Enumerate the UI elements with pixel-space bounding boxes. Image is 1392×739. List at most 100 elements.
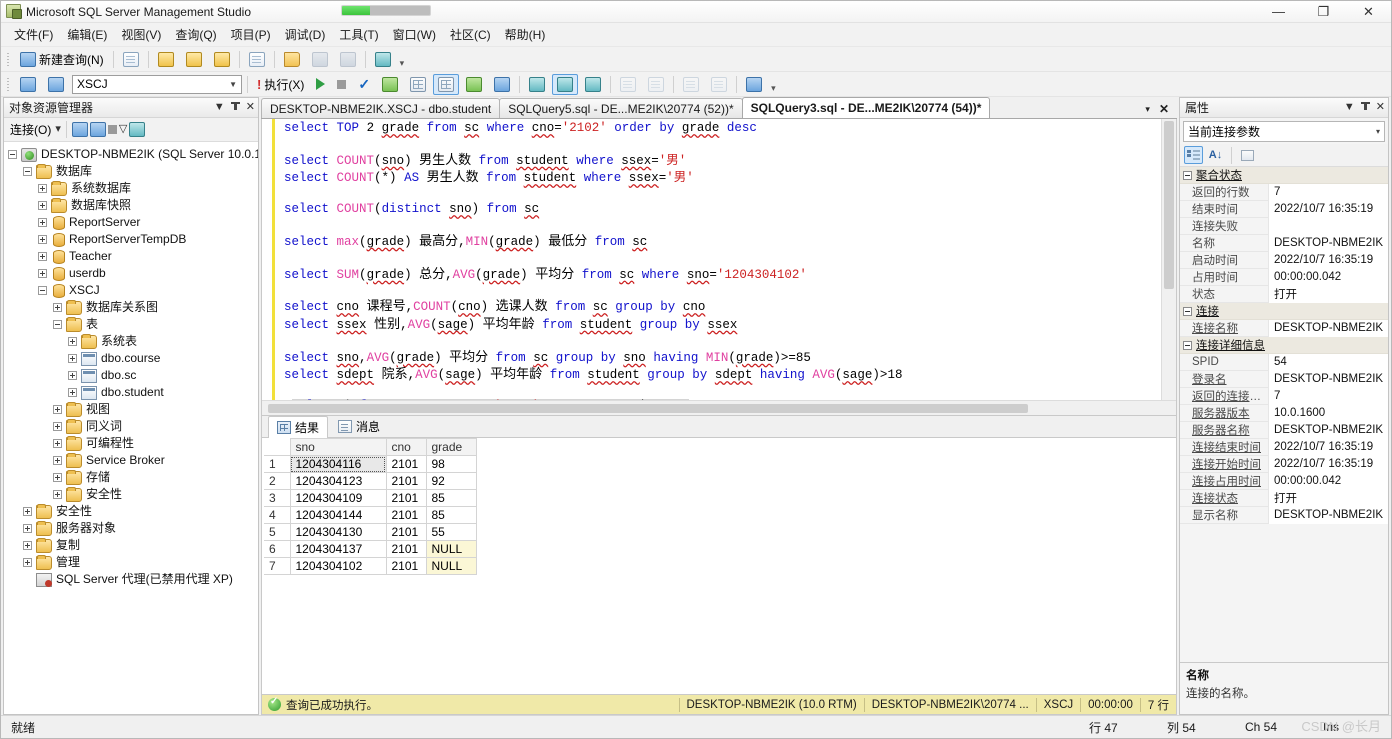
property-row[interactable]: 结束时间 2022/10/7 16:35:19 [1180, 200, 1388, 218]
table-row[interactable]: 4 1204304144 2101 85 [264, 506, 477, 524]
editor-vertical-scrollbar[interactable] [1161, 119, 1176, 400]
property-row[interactable]: SPID 54 [1180, 353, 1388, 371]
maximize-button[interactable]: ❐ [1301, 1, 1346, 23]
tree-node[interactable]: 管理 [8, 554, 258, 571]
mdx-query-button[interactable] [209, 49, 235, 70]
close-icon[interactable]: ✕ [246, 102, 255, 113]
results-cell-cno[interactable]: 2101 [385, 523, 427, 541]
panel-menu-icon[interactable]: ▼ [214, 102, 225, 113]
property-value[interactable]: 7 [1268, 387, 1388, 405]
menu-item-edit[interactable]: 编辑(E) [60, 23, 114, 46]
properties-object-selector[interactable]: 当前连接参数 ▾ [1183, 121, 1385, 142]
property-row[interactable]: 名称 DESKTOP-NBME2IK [1180, 234, 1388, 252]
row-number-cell[interactable]: 6 [264, 540, 291, 558]
results-cell-cno[interactable]: 2101 [385, 557, 427, 575]
results-cell-sno[interactable]: 1204304102 [289, 557, 387, 575]
results-cell-grade[interactable]: 98 [425, 455, 477, 473]
open-file-button[interactable] [279, 49, 305, 70]
row-number-cell[interactable]: 2 [264, 472, 291, 490]
table-row[interactable]: 6 1204304137 2101 NULL [264, 540, 477, 558]
tree-expander-icon[interactable] [38, 286, 47, 295]
table-row[interactable]: 2 1204304123 2101 92 [264, 472, 477, 490]
debug-button[interactable] [311, 74, 330, 95]
menu-item-file[interactable]: 文件(F) [7, 23, 60, 46]
toolbar-overflow-button[interactable]: ▾ [768, 83, 779, 94]
connect-menu-label[interactable]: 连接(O) [8, 121, 53, 138]
tree-node[interactable]: ReportServer [8, 214, 258, 231]
results-cell-grade[interactable]: NULL [425, 557, 477, 575]
results-cell-sno[interactable]: 1204304144 [289, 506, 387, 524]
tree-node[interactable]: dbo.student [8, 384, 258, 401]
results-cell-cno[interactable]: 2101 [385, 455, 427, 473]
property-row[interactable]: 登录名 DESKTOP-NBME2IK [1180, 370, 1388, 388]
table-row[interactable]: 5 1204304130 2101 55 [264, 523, 477, 541]
table-row[interactable]: 7 1204304102 2101 NULL [264, 557, 477, 575]
alphabetical-view-button[interactable]: A↓ [1206, 146, 1225, 164]
close-document-icon[interactable]: ✕ [1159, 102, 1169, 116]
tree-node[interactable]: 视图 [8, 401, 258, 418]
results-column-header[interactable]: grade [425, 438, 477, 456]
tree-expander-icon[interactable] [68, 337, 77, 346]
property-value[interactable]: DESKTOP-NBME2IK [1268, 506, 1388, 524]
property-row[interactable]: 状态 打开 [1180, 285, 1388, 303]
tree-expander-icon[interactable] [23, 558, 32, 567]
print-button[interactable] [335, 49, 361, 70]
menu-item-community[interactable]: 社区(C) [443, 23, 498, 46]
property-value[interactable]: 2022/10/7 16:35:19 [1268, 438, 1388, 456]
db-engine-query-button[interactable] [153, 49, 179, 70]
disconnect-object-icon[interactable] [89, 122, 106, 137]
tree-node[interactable]: 安全性 [8, 486, 258, 503]
tree-expander-icon[interactable] [53, 490, 62, 499]
results-cell-cno[interactable]: 2101 [385, 489, 427, 507]
tree-expander-icon[interactable] [53, 456, 62, 465]
editor-horizontal-scrollbar[interactable] [262, 400, 1176, 415]
property-row[interactable]: 显示名称 DESKTOP-NBME2IK [1180, 506, 1388, 524]
stop-action-icon[interactable] [107, 125, 117, 134]
results-cell-sno[interactable]: 1204304109 [289, 489, 387, 507]
tree-expander-icon[interactable] [68, 388, 77, 397]
property-value[interactable]: 00:00:00.042 [1268, 472, 1388, 490]
property-row[interactable]: 连接状态 打开 [1180, 489, 1388, 507]
grid-corner-cell[interactable] [264, 438, 291, 456]
results-column-header[interactable]: sno [289, 438, 387, 456]
tree-expander-icon[interactable] [38, 218, 47, 227]
results-cell-grade[interactable]: 92 [425, 472, 477, 490]
property-value[interactable] [1268, 217, 1388, 235]
property-value[interactable]: 打开 [1268, 285, 1388, 303]
table-row[interactable]: 3 1204304109 2101 85 [264, 489, 477, 507]
sql-editor-surface[interactable]: select TOP 2 grade from sc where cno='21… [262, 119, 1176, 400]
tree-expander-icon[interactable] [23, 524, 32, 533]
results-to-file-button[interactable] [580, 74, 606, 95]
tree-node[interactable]: 数据库快照 [8, 197, 258, 214]
tree-expander-icon[interactable] [38, 269, 47, 278]
sql-code-text[interactable]: select TOP 2 grade from sc where cno='21… [280, 119, 1176, 400]
group-collapse-icon[interactable] [1183, 306, 1192, 316]
property-row[interactable]: 连接占用时间 00:00:00.042 [1180, 472, 1388, 490]
property-value[interactable]: 10.0.1600 [1268, 404, 1388, 422]
property-value[interactable]: DESKTOP-NBME2IK [1268, 319, 1388, 337]
property-group-header[interactable]: 聚合状态 [1180, 167, 1388, 184]
document-tab[interactable]: SQLQuery5.sql - DE...ME2IK\20774 (52))* [499, 98, 743, 118]
close-icon[interactable]: ✕ [1376, 102, 1385, 113]
execute-button[interactable]: ! 执行(X) [252, 74, 309, 95]
connect-menu-chevron-icon[interactable]: ▾ [55, 124, 61, 135]
uncomment-button[interactable] [643, 74, 669, 95]
row-number-cell[interactable]: 4 [264, 506, 291, 524]
connect-object-icon[interactable] [71, 122, 88, 137]
row-number-cell[interactable]: 1 [264, 455, 291, 473]
property-group-header[interactable]: 连接 [1180, 303, 1388, 320]
tree-expander-icon[interactable] [23, 541, 32, 550]
new-file-button[interactable] [118, 49, 144, 70]
new-query-button[interactable]: 新建查询(N) [15, 49, 109, 70]
include-actual-plan-button[interactable] [461, 74, 487, 95]
tree-node[interactable]: 数据库关系图 [8, 299, 258, 316]
document-tab[interactable]: SQLQuery3.sql - DE...ME2IK\20774 (54))* [741, 97, 991, 118]
minimize-button[interactable]: — [1256, 1, 1301, 23]
tree-expander-icon[interactable] [68, 371, 77, 380]
property-row[interactable]: 连接开始时间 2022/10/7 16:35:19 [1180, 455, 1388, 473]
property-group-header[interactable]: 连接详细信息 [1180, 337, 1388, 354]
tree-node[interactable]: 安全性 [8, 503, 258, 520]
comment-button[interactable] [615, 74, 641, 95]
query-options-button[interactable] [405, 74, 431, 95]
database-selector[interactable]: XSCJ ▼ [72, 74, 242, 94]
